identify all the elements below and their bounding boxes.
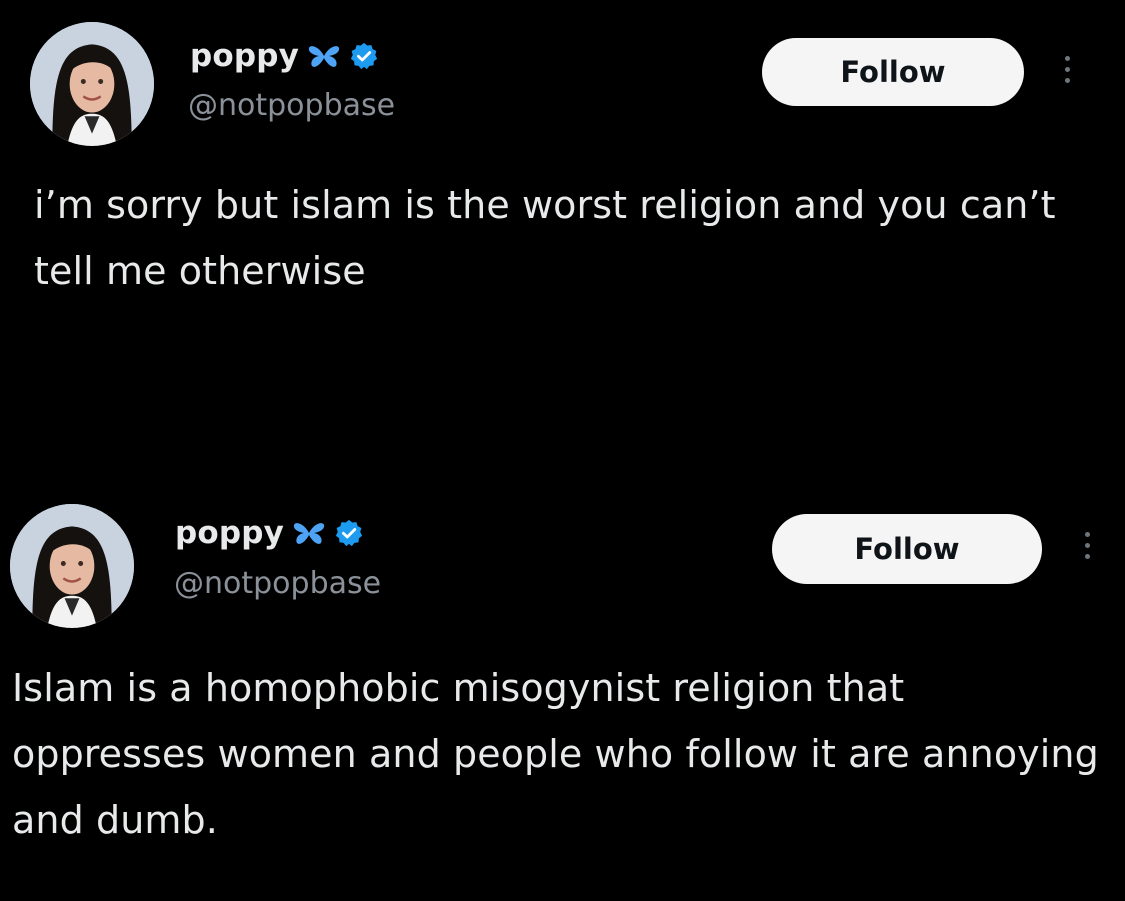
handle[interactable]: @notpopbase	[174, 566, 381, 601]
butterfly-icon	[307, 42, 341, 70]
avatar[interactable]	[10, 504, 134, 628]
follow-button[interactable]: Follow	[762, 38, 1024, 106]
verified-icon	[349, 41, 379, 71]
tweet-card[interactable]: poppy @notpopbase Follow i’m sorry but i…	[0, 0, 1125, 450]
author-name-row: poppy	[175, 515, 364, 551]
verified-icon	[334, 518, 364, 548]
tweet-card[interactable]: poppy @notpopbase Follow Islam is a homo…	[0, 480, 1125, 901]
more-icon[interactable]	[1082, 532, 1092, 559]
tweet-text: i’m sorry but islam is the worst religio…	[34, 183, 1056, 293]
handle[interactable]: @notpopbase	[188, 88, 395, 123]
follow-button[interactable]: Follow	[772, 514, 1042, 584]
butterfly-icon	[292, 519, 326, 547]
avatar[interactable]	[30, 22, 154, 146]
display-name[interactable]: poppy	[175, 515, 284, 551]
more-icon[interactable]	[1062, 56, 1072, 83]
tweet-text: Islam is a homophobic misogynist religio…	[12, 666, 1099, 842]
display-name[interactable]: poppy	[190, 38, 299, 74]
author-name-row: poppy	[190, 38, 379, 74]
